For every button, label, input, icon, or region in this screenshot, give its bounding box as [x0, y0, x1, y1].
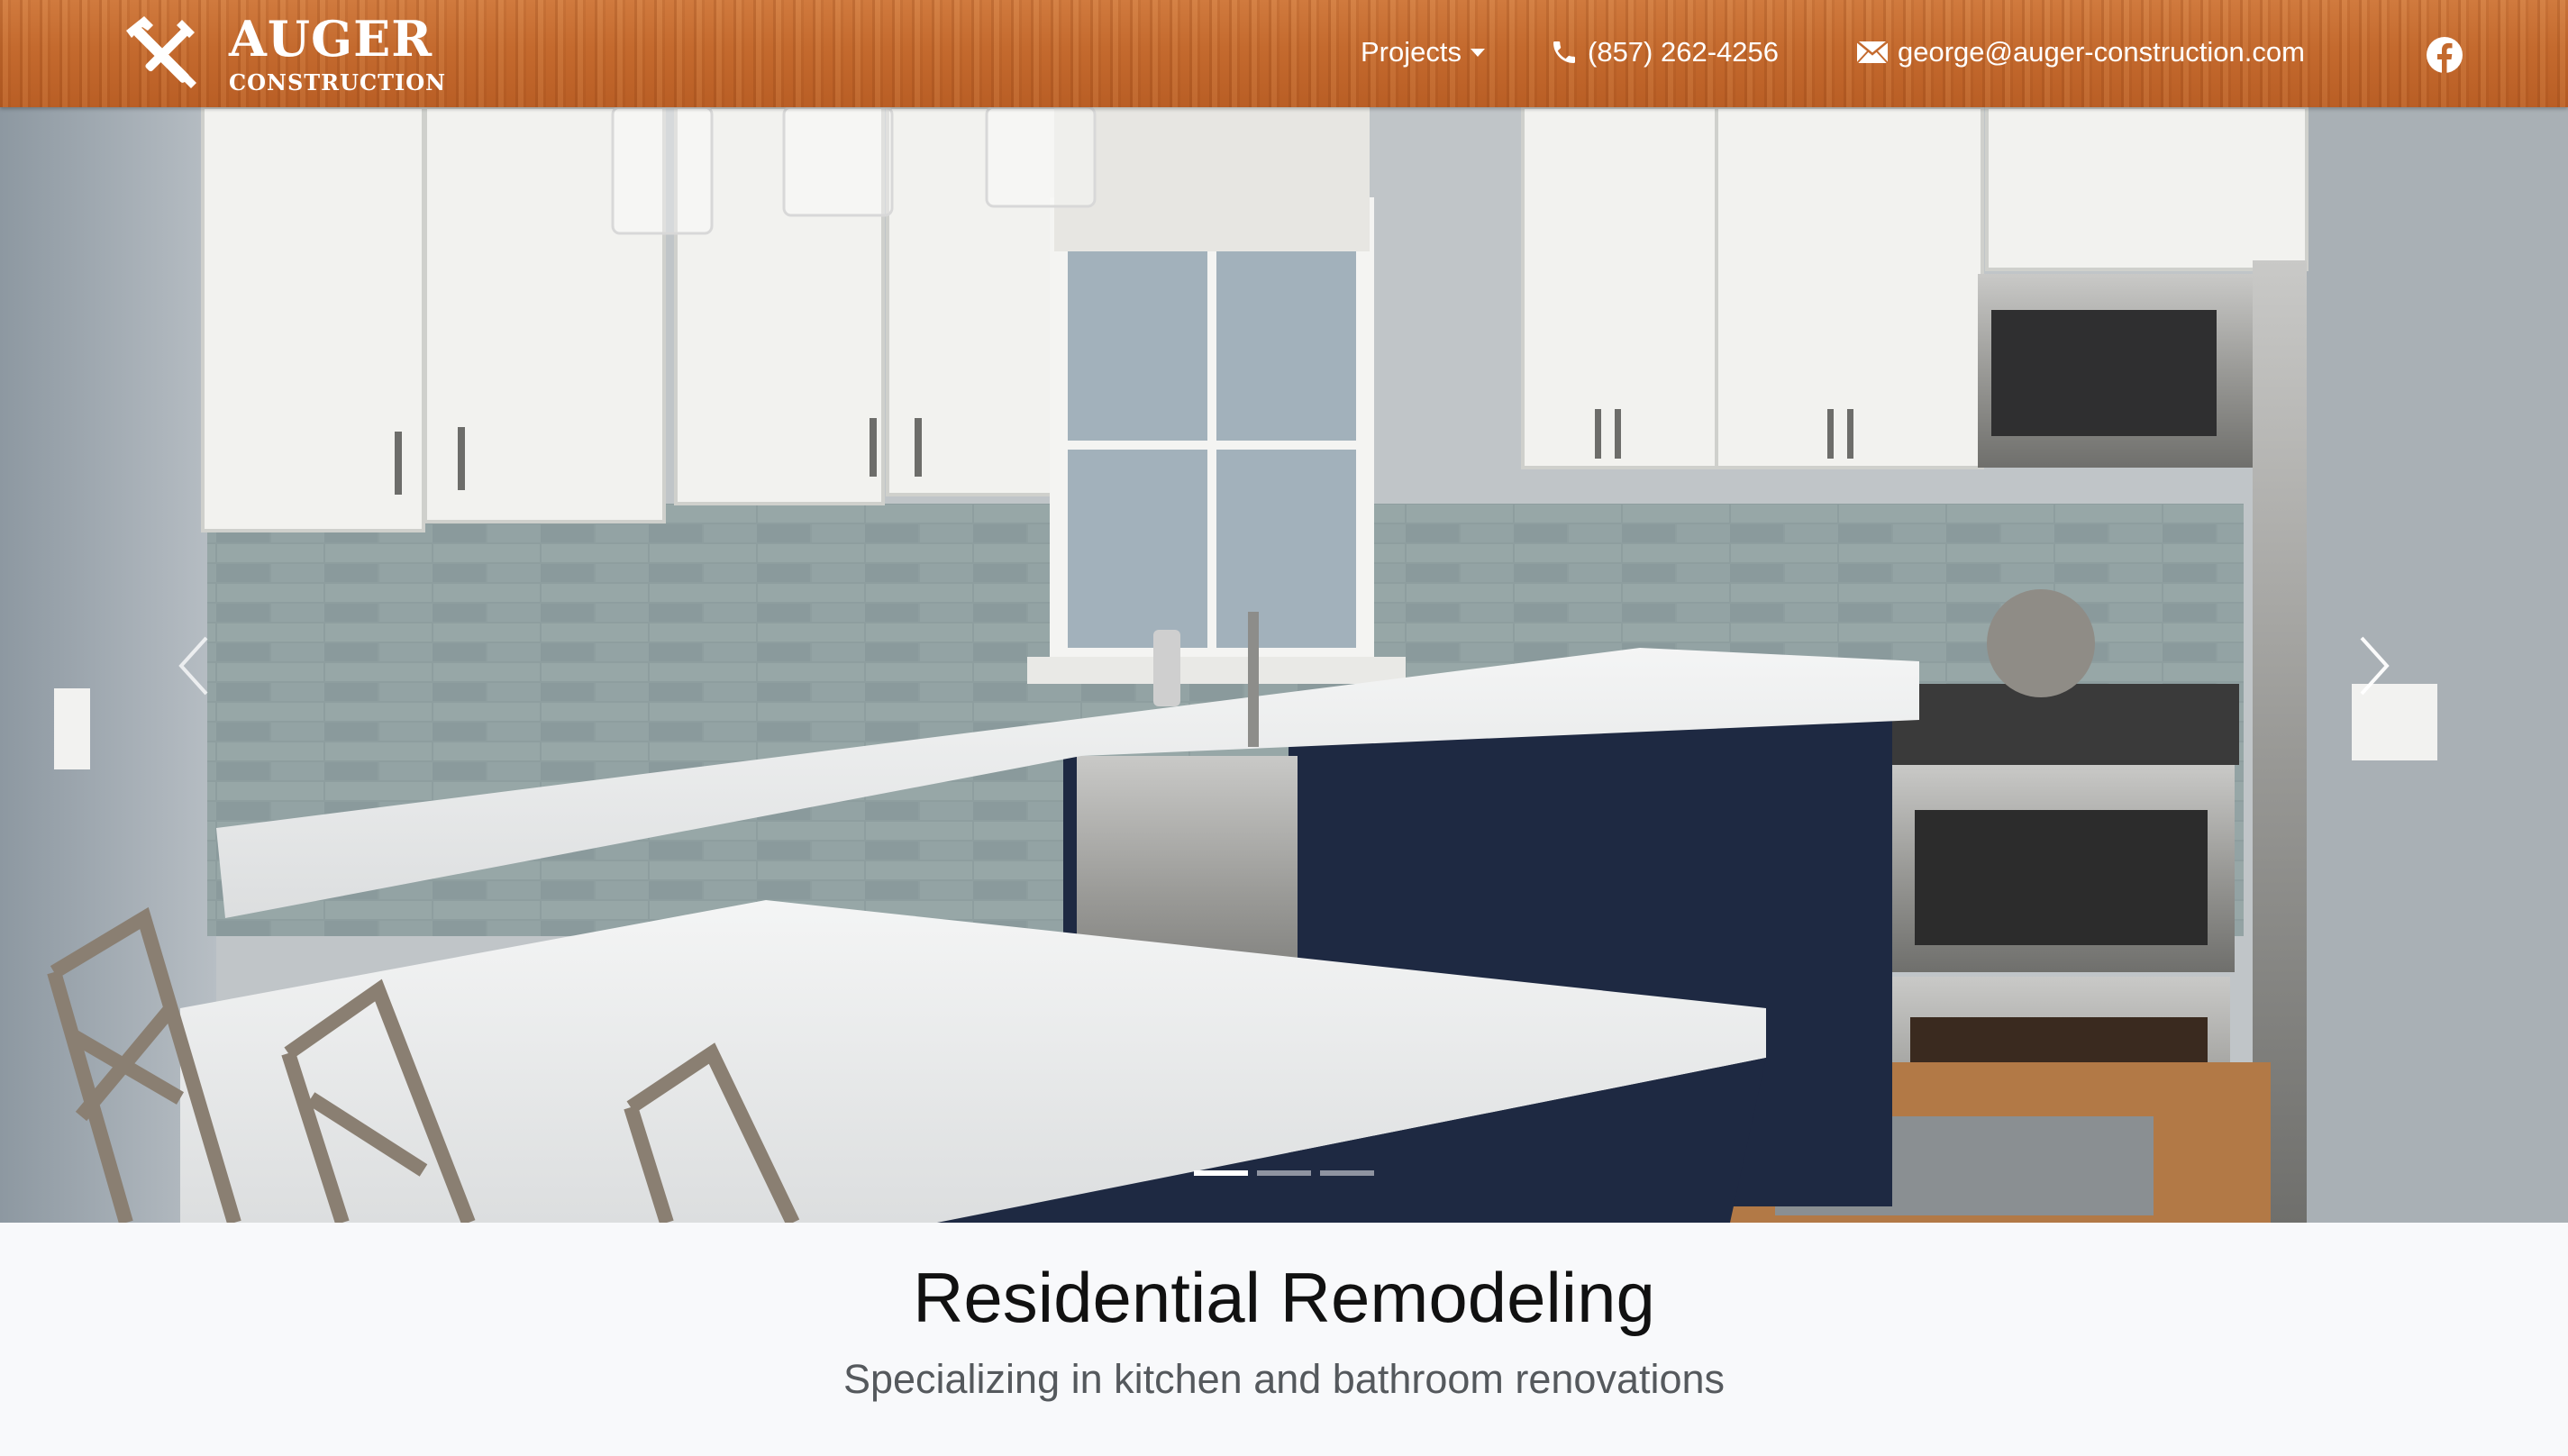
top-navbar: AUGER CONSTRUCTION Projects (857) 262-42…: [0, 0, 2568, 107]
brand-name: AUGER: [229, 10, 433, 68]
page-subtitle: Specializing in kitchen and bathroom ren…: [842, 1356, 1726, 1402]
projects-label: Projects: [1361, 36, 1462, 68]
projects-dropdown-toggle[interactable]: Projects: [1361, 36, 1485, 68]
hammer-and-brush-icon: [126, 16, 196, 88]
brand-subtitle: CONSTRUCTION: [229, 69, 447, 96]
facebook-icon: [2427, 37, 2463, 73]
email-link[interactable]: george@auger-construction.com: [1856, 36, 2305, 68]
brand-logo-link[interactable]: AUGER CONSTRUCTION: [117, 11, 446, 97]
carousel-prev-button[interactable]: [140, 612, 248, 720]
caret-down-icon: [1470, 48, 1485, 57]
kitchen-photo: [0, 107, 2568, 1223]
phone-number: (857) 262-4256: [1588, 36, 1779, 68]
hero-carousel: [0, 107, 2568, 1223]
carousel-indicator-3[interactable]: [1320, 1170, 1374, 1176]
chevron-right-icon: [2360, 636, 2390, 696]
carousel-indicators: [0, 1170, 2568, 1176]
carousel-next-button[interactable]: [2320, 612, 2428, 720]
page-title: Residential Remodeling: [913, 1258, 1655, 1337]
phone-link[interactable]: (857) 262-4256: [1550, 36, 1779, 68]
facebook-link[interactable]: [2426, 36, 2463, 74]
chevron-left-icon: [178, 636, 208, 696]
phone-icon: [1553, 41, 1575, 63]
carousel-indicator-2[interactable]: [1257, 1170, 1311, 1176]
envelope-icon: [1856, 41, 1889, 64]
carousel-indicator-1[interactable]: [1194, 1170, 1248, 1176]
email-address: george@auger-construction.com: [1898, 36, 2305, 68]
intro-section: Residential Remodeling Specializing in k…: [0, 1223, 2568, 1456]
